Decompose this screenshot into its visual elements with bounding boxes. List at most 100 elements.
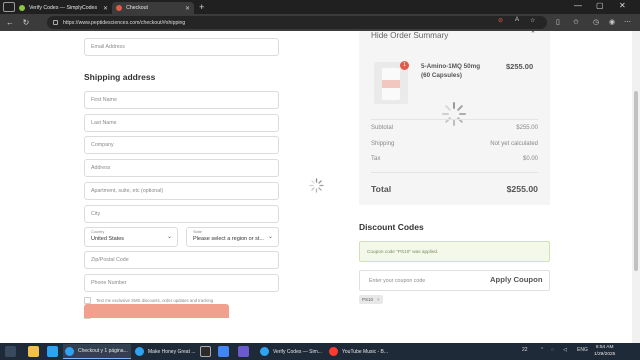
tab-bar: Verify Codes — SimplyCodes ✕ Checkout ✕ …	[0, 0, 640, 14]
history-icon[interactable]: ◷	[593, 18, 599, 26]
tracking-prevention-icon[interactable]: ⊘	[498, 17, 503, 24]
system-clock[interactable]: 6:54 AM 1/29/2025	[594, 345, 615, 358]
notion-icon[interactable]	[200, 346, 211, 357]
city-field[interactable]: City	[84, 205, 279, 223]
calendar-icon[interactable]	[218, 346, 229, 357]
taskbar-item-honey[interactable]: Make Honey Great ...	[133, 344, 196, 359]
tax-label: Tax	[371, 156, 381, 162]
minimize-button[interactable]: —	[574, 1, 582, 10]
tax-value: $0.00	[522, 156, 538, 162]
email-field[interactable]: Email Address	[84, 38, 279, 56]
lock-icon	[53, 20, 58, 25]
first-name-field[interactable]: First Name	[84, 91, 279, 109]
refresh-icon[interactable]: ↻	[20, 18, 32, 27]
taskbar-item-checkout[interactable]: Checkout y 1 página...	[63, 344, 131, 359]
product-name: 5-Amino-1MQ 50mg (60 Capsules)	[421, 62, 480, 80]
total-value: $255.00	[506, 184, 538, 194]
remove-coupon-icon[interactable]: ×	[377, 297, 380, 302]
volume-icon[interactable]: ◁	[563, 347, 567, 353]
country-value: United States	[91, 236, 125, 242]
shipping-label: Shipping	[371, 141, 395, 147]
language-indicator[interactable]: ENG	[577, 347, 588, 353]
country-label: Country	[91, 230, 105, 234]
tab-title: Verify Codes — SimplyCodes	[29, 5, 98, 11]
taskbar-item-verify-codes[interactable]: Verify Codes — Sim...	[258, 344, 324, 359]
phone-field[interactable]: Phone Number	[84, 274, 279, 292]
address-bar-row: ← ↻ https://www.peptidesciences.com/chec…	[0, 14, 640, 31]
country-select[interactable]: Country United States ⌄	[84, 227, 178, 247]
widgets-icon[interactable]	[5, 346, 16, 357]
tax-row: Tax $0.00	[371, 156, 538, 162]
state-value: Please select a region or st...	[193, 236, 264, 242]
url-text: https://www.peptidesciences.com/checkout…	[63, 19, 186, 26]
favorites-icon[interactable]: ✩	[573, 18, 579, 26]
windows-taskbar: Checkout y 1 página... Make Honey Great …	[0, 343, 640, 360]
edge-icon	[135, 347, 144, 356]
tab-title: Checkout	[126, 5, 148, 11]
product-price: $255.00	[506, 62, 534, 71]
taskbar-item-label: Verify Codes — Sim...	[273, 348, 322, 355]
close-window-button[interactable]: ✕	[619, 1, 626, 10]
loading-spinner-icon	[309, 178, 324, 193]
youtube-music-icon	[329, 347, 338, 356]
checkout-page: Email Address Shipping address First Nam…	[0, 31, 632, 343]
weather-temp[interactable]: 22	[522, 347, 528, 353]
taskbar-item-youtube-music[interactable]: YouTube Music - B...	[327, 344, 391, 359]
back-icon[interactable]: ←	[4, 18, 16, 27]
applied-coupon-tag: PS10 ×	[359, 295, 383, 304]
url-field[interactable]: https://www.peptidesciences.com/checkout…	[47, 16, 547, 29]
maximize-button[interactable]: ▢	[596, 1, 604, 10]
clock-time: 6:54 AM	[595, 345, 614, 350]
subtotal-label: Subtotal	[371, 125, 394, 131]
scrollbar-thumb[interactable]	[634, 91, 638, 271]
state-select[interactable]: State Please select a region or st... ⌄	[186, 227, 279, 247]
close-tab-icon[interactable]: ✕	[185, 5, 190, 12]
state-label: State	[193, 230, 202, 234]
apartment-field[interactable]: Apartment, suite, etc (optional)	[84, 182, 279, 200]
sms-optin-label: Text me exclusive SMS discounts, order u…	[96, 298, 214, 303]
tab-checkout[interactable]: Checkout ✕	[112, 2, 195, 14]
chevron-up-icon[interactable]: ⌃	[530, 31, 536, 38]
continue-button[interactable]	[84, 304, 229, 318]
product-name-line2: (60 Capsules)	[421, 72, 462, 79]
company-field[interactable]: Company	[84, 136, 279, 154]
close-tab-icon[interactable]: ✕	[103, 5, 108, 12]
simplycodes-favicon-icon	[19, 5, 25, 11]
applied-coupon-code: PS10	[362, 297, 374, 302]
shipping-row: Shipping Not yet calculated	[371, 141, 538, 147]
taskbar-item-label: Make Honey Great ...	[148, 348, 196, 355]
last-name-field[interactable]: Last Name	[84, 114, 279, 132]
new-tab-button[interactable]: +	[199, 2, 204, 12]
apply-coupon-button[interactable]: Apply Coupon	[490, 275, 543, 284]
total-label: Total	[371, 184, 392, 194]
browser-icon[interactable]	[47, 346, 58, 357]
profile-icon[interactable]: ◉	[609, 18, 615, 26]
teams-icon[interactable]	[238, 346, 249, 357]
peptide-favicon-icon	[116, 5, 123, 11]
coupon-input-placeholder: Enter your coupon code	[369, 278, 426, 284]
zip-field[interactable]: Zip/Postal Code	[84, 251, 279, 269]
sms-optin-row[interactable]: Text me exclusive SMS discounts, order u…	[84, 297, 213, 304]
quantity-badge: 1	[400, 61, 409, 70]
network-icon[interactable]: ◌	[551, 347, 554, 353]
edge-icon	[65, 346, 74, 356]
tab-verify-codes[interactable]: Verify Codes — SimplyCodes ✕	[15, 2, 112, 14]
settings-menu-icon[interactable]: ⋯	[624, 18, 631, 26]
read-aloud-icon[interactable]: A	[515, 17, 519, 23]
tray-overflow-icon[interactable]: ⌃	[540, 347, 544, 353]
split-screen-icon[interactable]: ▯	[556, 18, 560, 26]
coupon-applied-message: Coupon code "PS10" was applied.	[359, 241, 550, 262]
page-scrollbar[interactable]	[632, 31, 640, 343]
subtotal-value: $255.00	[516, 125, 538, 131]
favorite-star-icon[interactable]: ☆	[530, 17, 535, 24]
shipping-address-heading: Shipping address	[84, 72, 156, 82]
tab-actions-icon[interactable]	[3, 2, 15, 12]
file-explorer-icon[interactable]	[28, 346, 39, 357]
address-field[interactable]: Address	[84, 159, 279, 177]
sms-optin-checkbox[interactable]	[84, 297, 91, 304]
product-name-line1: 5-Amino-1MQ 50mg	[421, 63, 481, 70]
subtotal-row: Subtotal $255.00	[371, 125, 538, 131]
hide-summary-toggle[interactable]: Hide Order Summary	[371, 31, 448, 40]
summary-divider	[371, 119, 538, 120]
edge-icon	[260, 347, 269, 356]
